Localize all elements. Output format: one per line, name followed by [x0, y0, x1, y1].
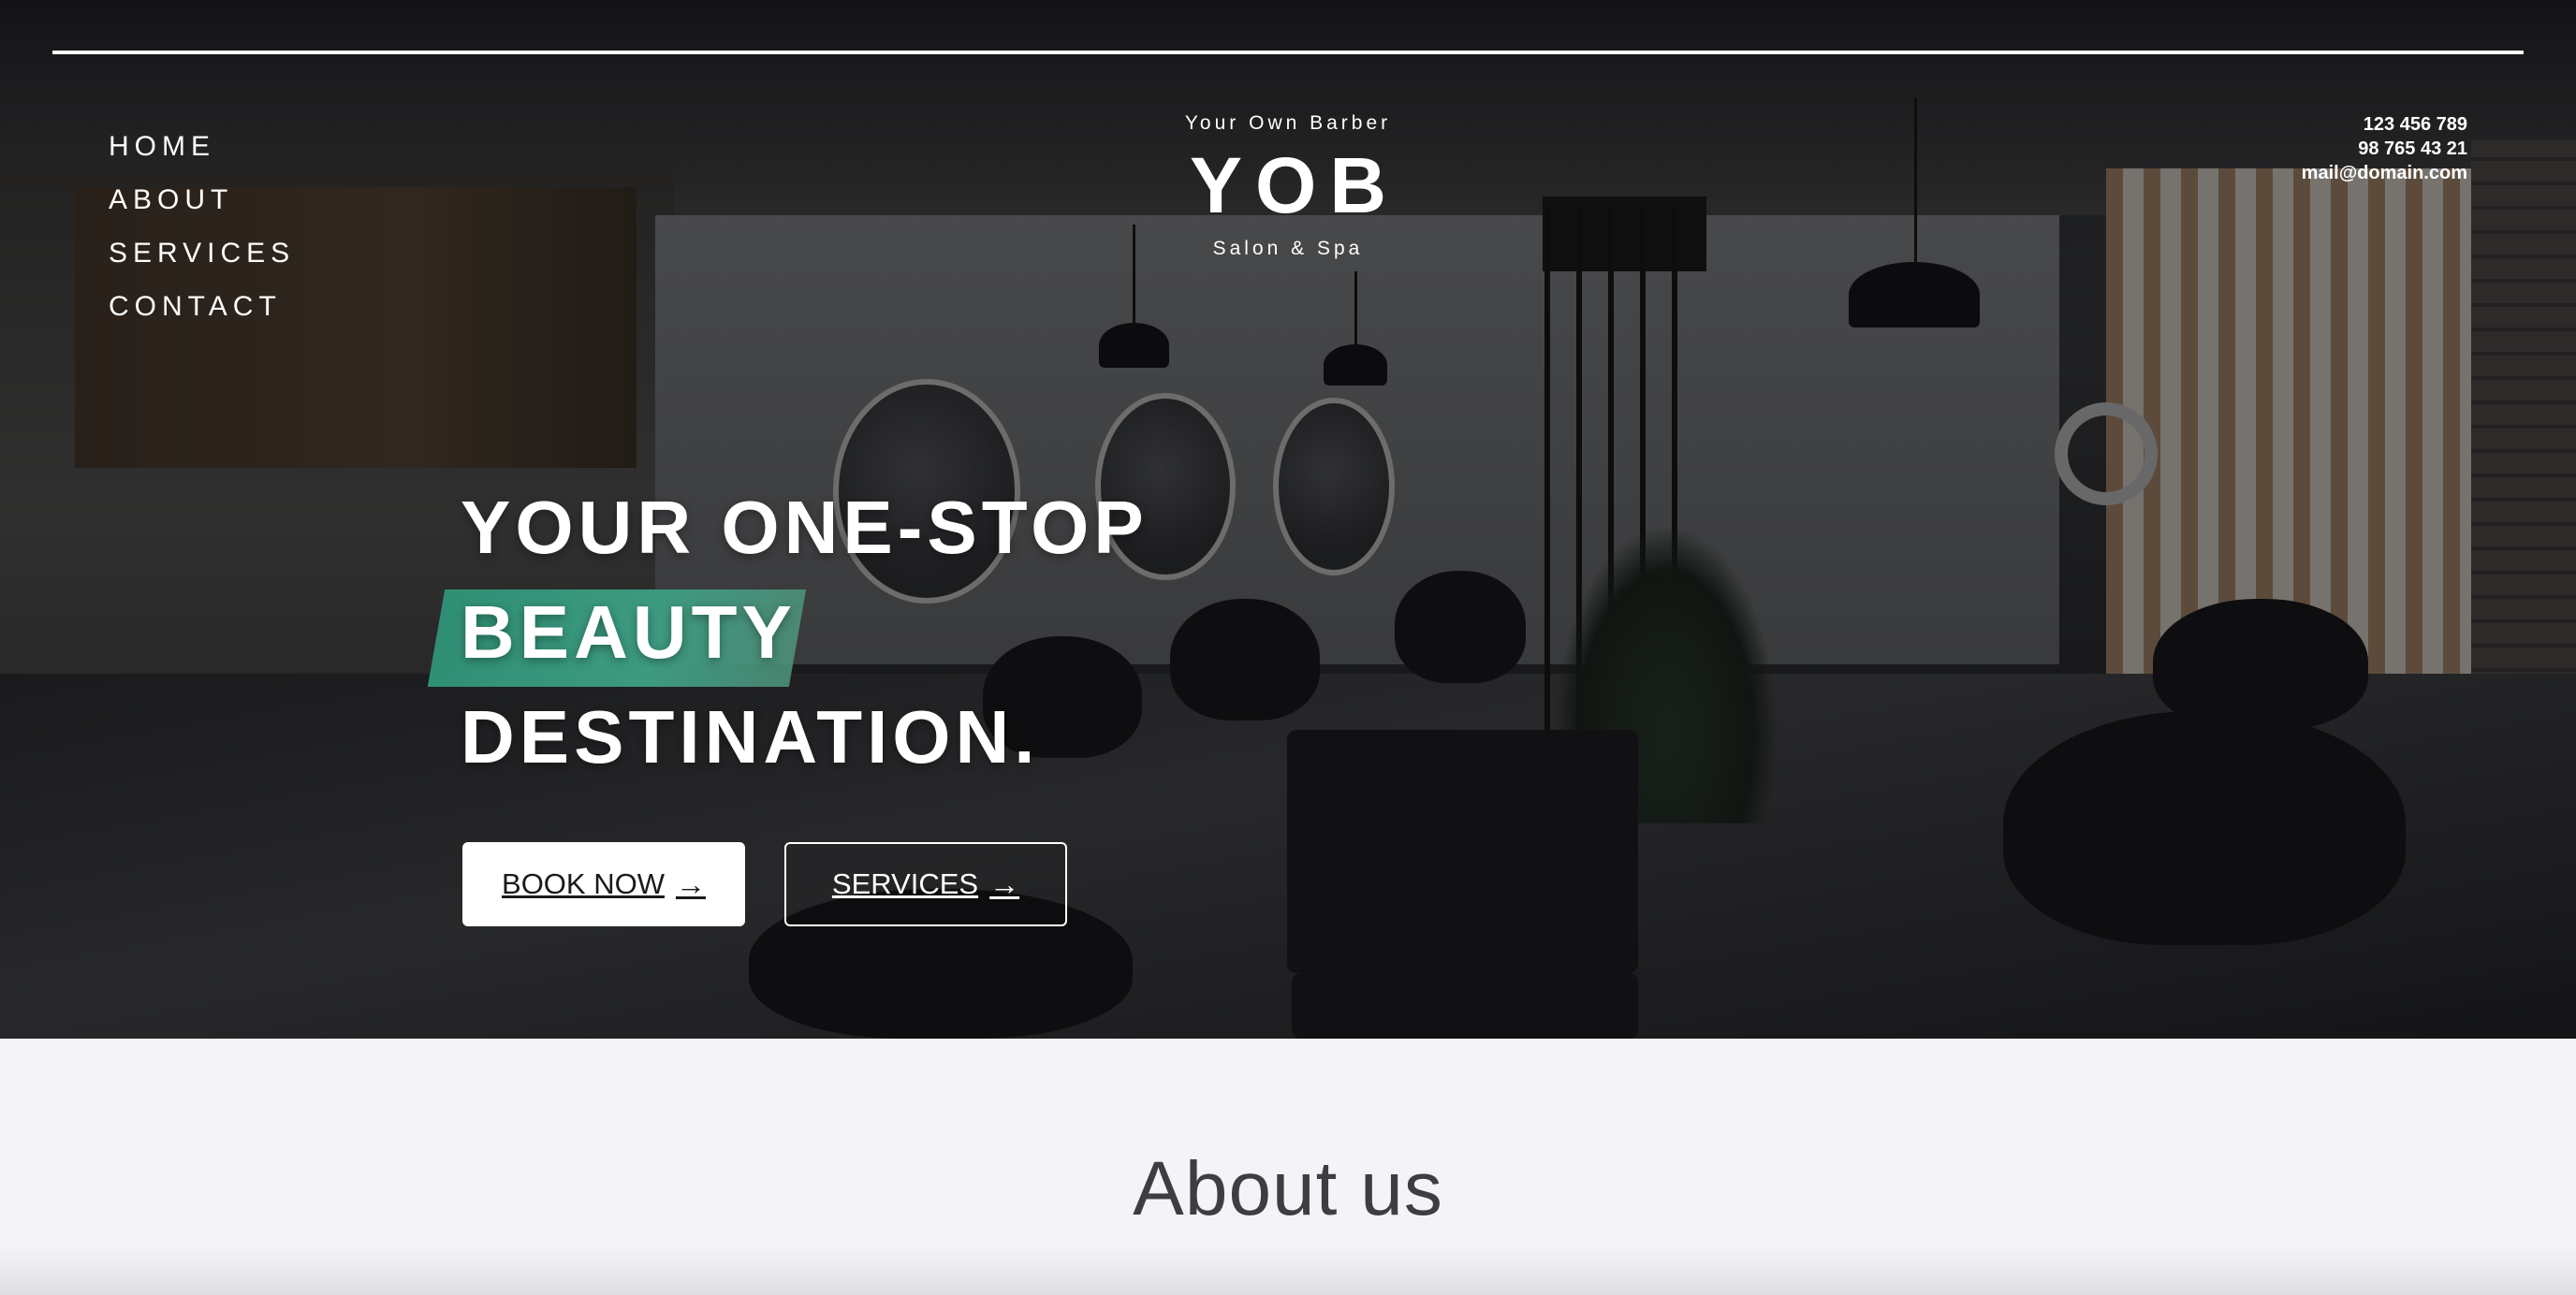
services-button[interactable]: SERVICES →: [784, 842, 1067, 926]
headline-line-3: DESTINATION.: [461, 695, 1040, 778]
arrow-right-icon: →: [675, 866, 706, 901]
brand-tagline: Your Own Barber: [1184, 112, 1392, 134]
contact-phone-1[interactable]: 123 456 789: [2302, 112, 2467, 137]
headline-highlight: BEAUTY: [461, 580, 797, 685]
services-label: SERVICES: [831, 867, 979, 900]
contact-info: 123 456 789 98 765 43 21 mail@domain.com: [2302, 112, 2467, 185]
hero-headline: YOUR ONE-STOP BEAUTY DESTINATION.: [461, 475, 1149, 790]
about-title: About us: [1133, 1146, 1443, 1231]
book-now-label: BOOK NOW: [502, 867, 665, 900]
brand-logo[interactable]: Your Own Barber YOB Salon & Spa: [1101, 112, 1475, 260]
main-nav: HOME ABOUT SERVICES CONTACT: [109, 120, 295, 333]
contact-email[interactable]: mail@domain.com: [2302, 161, 2467, 185]
brand-subtitle: Salon & Spa: [1212, 238, 1364, 259]
arrow-right-icon: →: [989, 866, 1020, 901]
nav-item-home[interactable]: HOME: [109, 120, 295, 173]
hero-section: HOME ABOUT SERVICES CONTACT Your Own Bar…: [0, 0, 2576, 1039]
headline-line-2: BEAUTY: [461, 590, 797, 674]
about-card-shadow: [0, 1244, 2576, 1295]
header-divider: [52, 51, 2524, 54]
nav-item-contact[interactable]: CONTACT: [109, 280, 295, 333]
headline-line-1: YOUR ONE-STOP: [461, 486, 1149, 569]
nav-item-about[interactable]: ABOUT: [109, 173, 295, 226]
book-now-button[interactable]: BOOK NOW →: [462, 842, 745, 926]
contact-phone-2[interactable]: 98 765 43 21: [2302, 137, 2467, 161]
brand-logo-text: YOB: [1189, 141, 1400, 229]
nav-item-services[interactable]: SERVICES: [109, 226, 295, 280]
